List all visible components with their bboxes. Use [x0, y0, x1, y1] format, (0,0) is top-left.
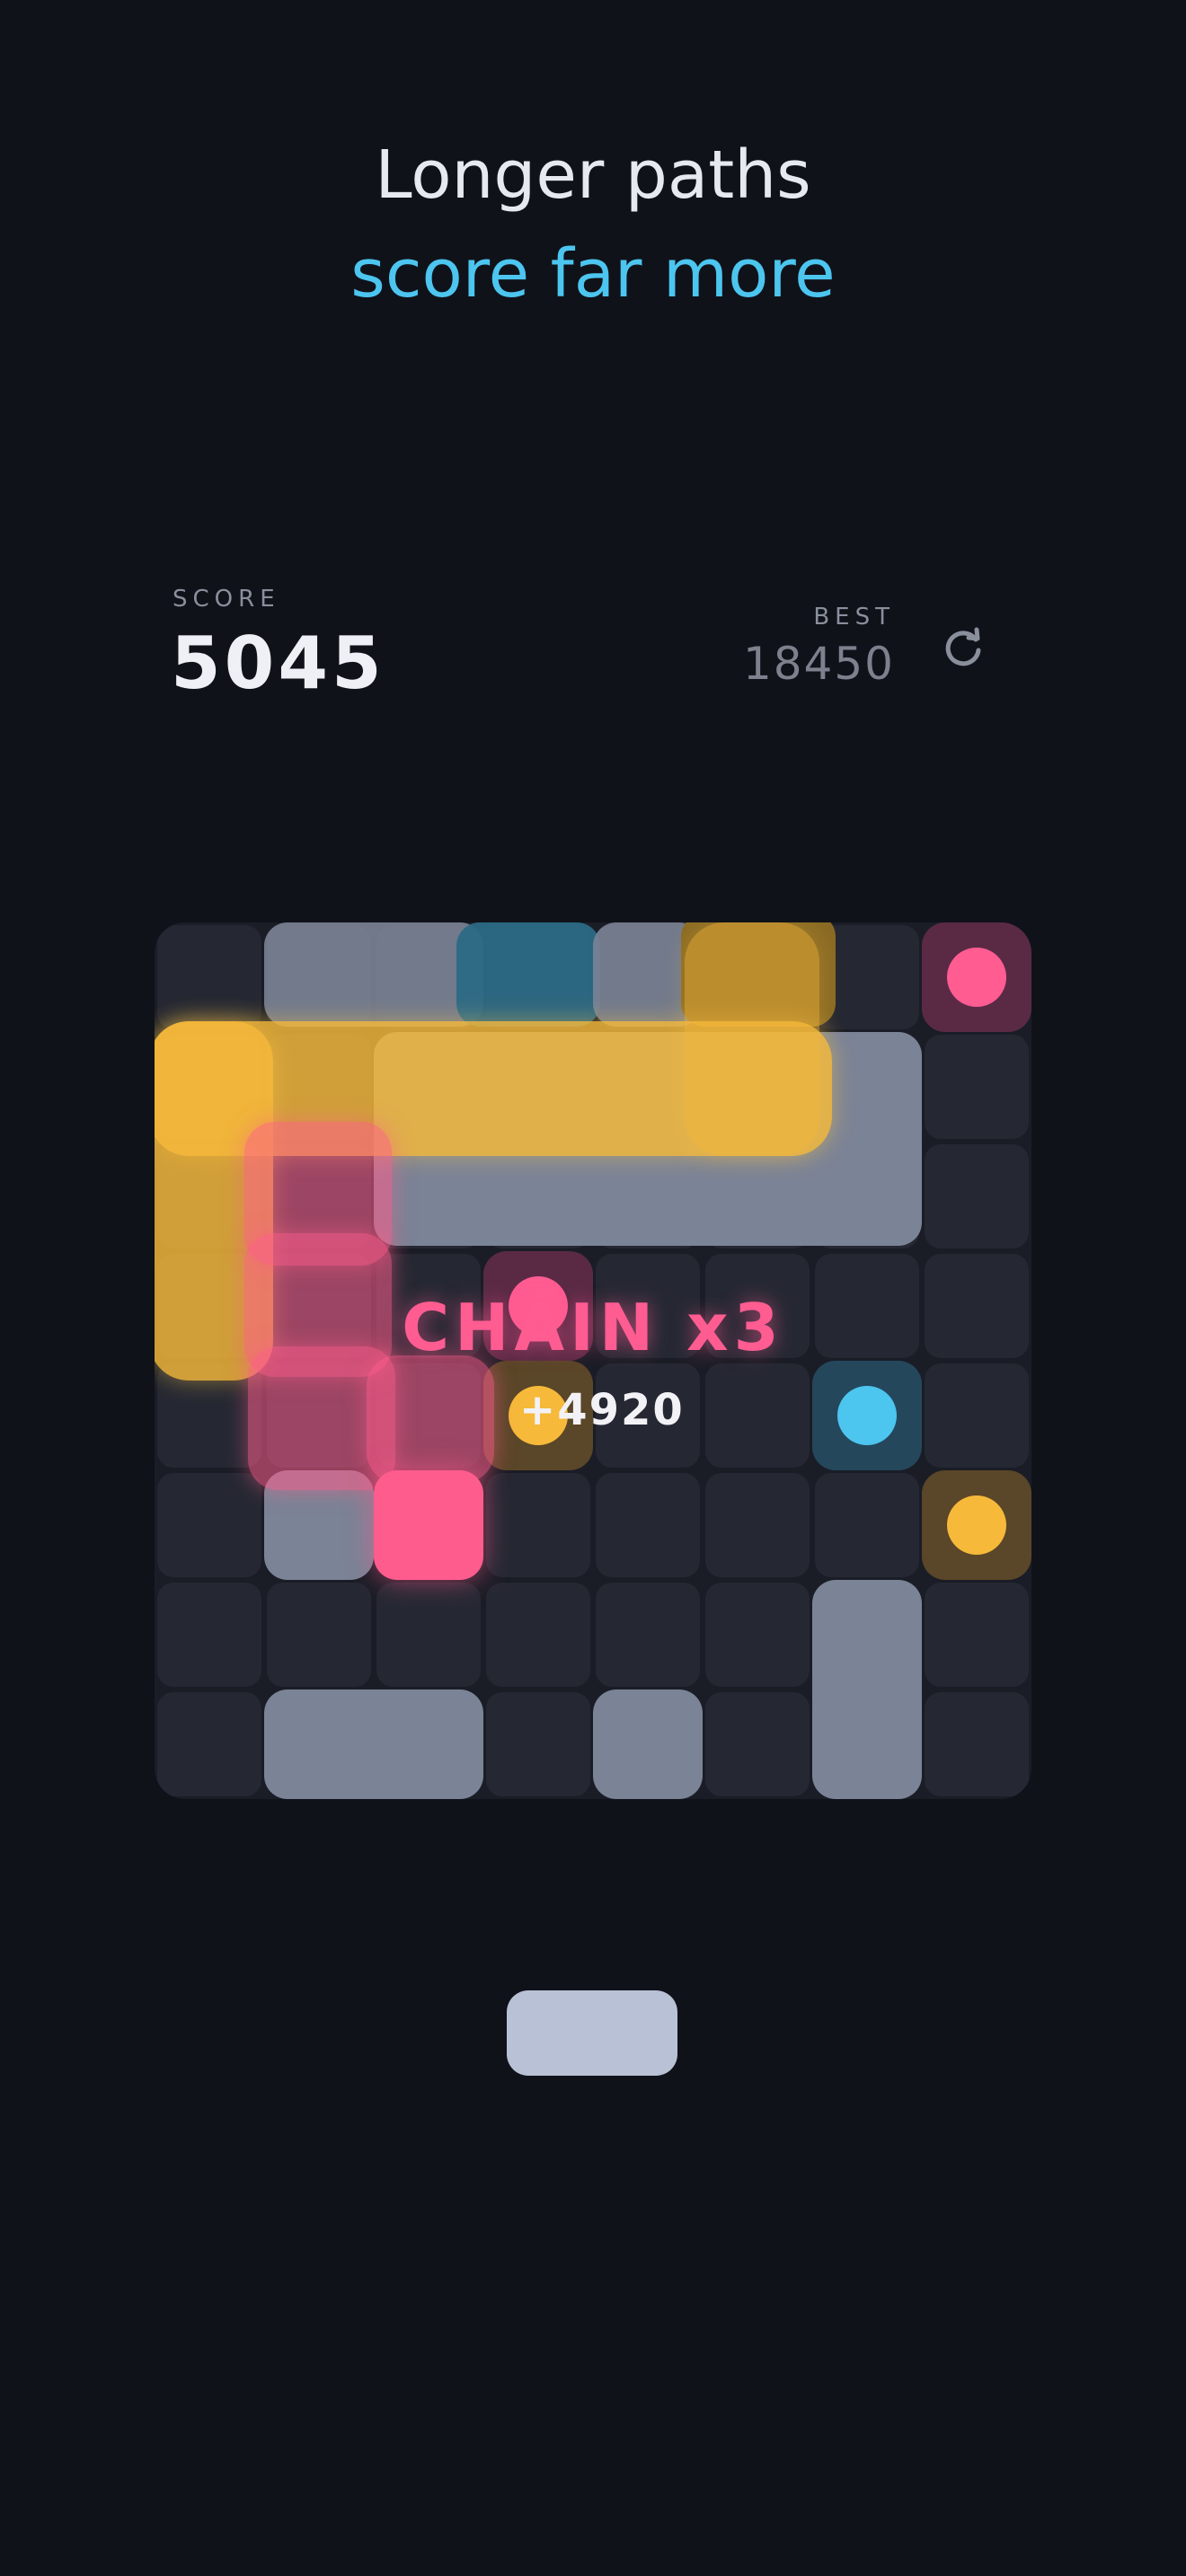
board-cell[interactable]: [157, 925, 261, 1029]
board-cell[interactable]: [815, 1473, 919, 1577]
board-cell[interactable]: [705, 1473, 810, 1577]
score-value: 5045: [171, 622, 385, 705]
chain-points: +4920: [519, 1385, 685, 1435]
pink-head-tile[interactable]: [374, 1470, 483, 1580]
chain-label: CHAIN x3: [402, 1290, 784, 1365]
board-cell[interactable]: [925, 1583, 1029, 1687]
board-cell[interactable]: [925, 1363, 1029, 1468]
headline-line-2: score far more: [350, 235, 836, 313]
pink-dot: [947, 948, 1006, 1007]
block-tile[interactable]: [264, 1689, 483, 1799]
board-cell[interactable]: [925, 1692, 1029, 1796]
best-label: BEST: [813, 604, 895, 631]
pink-trail-segment: [367, 1355, 494, 1483]
board-cell[interactable]: [705, 1692, 810, 1796]
block-tile[interactable]: [812, 1580, 922, 1799]
yellow-dot: [947, 1495, 1006, 1555]
board-cell[interactable]: [486, 1473, 590, 1577]
restart-icon: [945, 627, 981, 666]
board-cell[interactable]: [596, 1583, 700, 1687]
yellow-trail-segment: [685, 922, 819, 1156]
board-cell[interactable]: [486, 1583, 590, 1687]
board-cell[interactable]: [486, 1692, 590, 1796]
bottom-action-button[interactable]: [507, 1990, 677, 2076]
board-cell[interactable]: [157, 1692, 261, 1796]
board-cell[interactable]: [267, 1583, 371, 1687]
board-cell[interactable]: [157, 1583, 261, 1687]
block-tile[interactable]: [593, 1689, 703, 1799]
board-cell[interactable]: [596, 1473, 700, 1577]
board-cell[interactable]: [925, 1035, 1029, 1139]
game-screen: Longer paths score far more SCORE 5045 B…: [0, 0, 1186, 2576]
board-cell[interactable]: [376, 1583, 481, 1687]
block-tile[interactable]: [264, 922, 483, 1027]
board-cell[interactable]: [157, 1473, 261, 1577]
board-cell[interactable]: [925, 1144, 1029, 1248]
board-cell[interactable]: [705, 1583, 810, 1687]
block-tile[interactable]: [456, 922, 600, 1027]
best-value: 18450: [742, 638, 895, 690]
score-label: SCORE: [173, 586, 280, 613]
restart-button[interactable]: [936, 620, 990, 674]
blue-dot: [837, 1386, 897, 1445]
headline-line-1: Longer paths: [375, 137, 811, 214]
board-cell[interactable]: [705, 1363, 810, 1468]
